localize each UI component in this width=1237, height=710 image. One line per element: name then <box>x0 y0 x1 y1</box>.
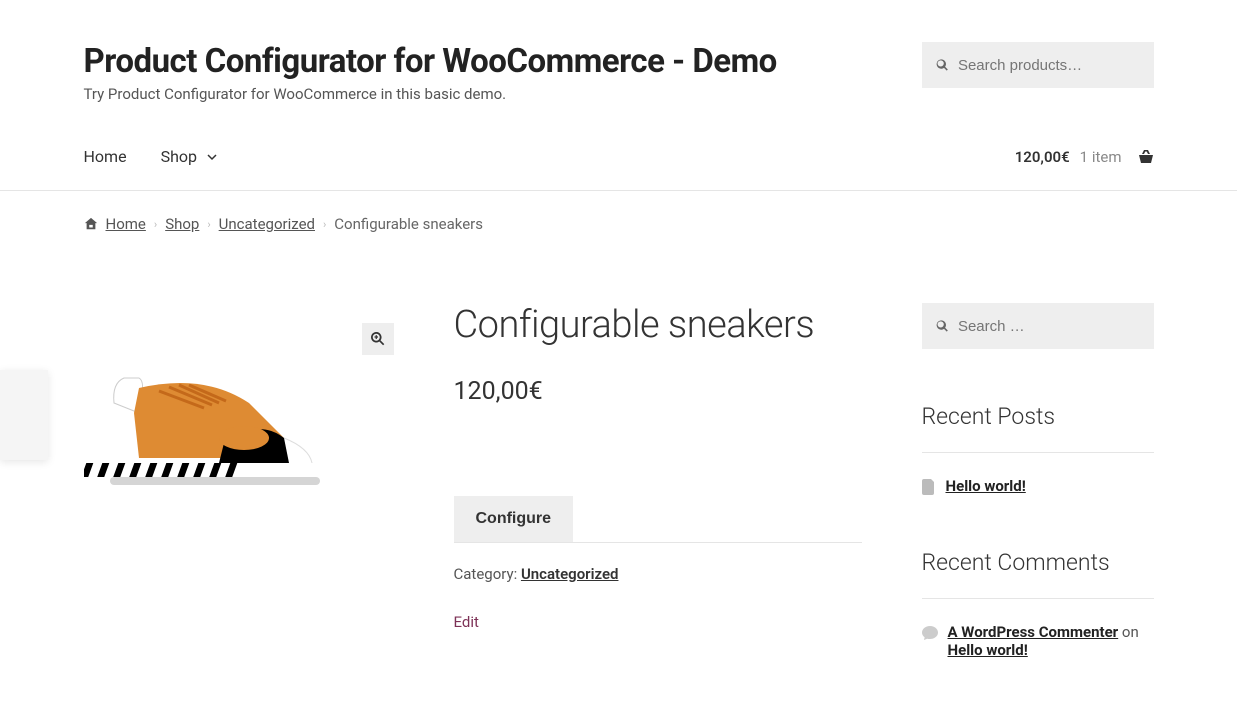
product-image[interactable] <box>84 343 344 523</box>
product-meta: Category: Uncategorized <box>454 565 862 583</box>
category-link[interactable]: Uncategorized <box>521 565 619 583</box>
category-label: Category: <box>454 565 521 583</box>
nav-home[interactable]: Home <box>84 147 127 166</box>
widget-divider <box>922 598 1154 599</box>
commenter-link[interactable]: A WordPress Commenter <box>948 623 1119 641</box>
breadcrumb-sep: › <box>323 218 326 231</box>
home-icon <box>84 217 98 231</box>
breadcrumb-category[interactable]: Uncategorized <box>219 215 315 233</box>
breadcrumb-home[interactable]: Home <box>106 215 146 233</box>
product-price: 120,00€ <box>454 377 862 406</box>
product-title: Configurable sneakers <box>454 303 862 347</box>
sidebar: Recent Posts Hello world! Recent Comment… <box>922 303 1154 659</box>
summary-divider <box>454 542 862 543</box>
breadcrumb-sep: › <box>154 218 157 231</box>
on-text: on <box>1118 623 1139 641</box>
configure-button[interactable]: Configure <box>454 496 574 542</box>
cart-item-count: 1 item <box>1080 148 1122 166</box>
basket-icon <box>1138 149 1154 165</box>
recent-posts-title: Recent Posts <box>922 403 1154 430</box>
site-title[interactable]: Product Configurator for WooCommerce - D… <box>84 42 777 81</box>
product-image-area <box>84 303 394 659</box>
breadcrumb-shop[interactable]: Shop <box>165 215 199 233</box>
left-floating-tab[interactable] <box>0 370 48 460</box>
cart-total: 120,00€ <box>1015 148 1070 166</box>
zoom-in-icon <box>371 332 385 346</box>
sidebar-search-input[interactable] <box>958 318 1140 335</box>
comment-icon <box>922 625 938 641</box>
zoom-button[interactable] <box>362 323 394 355</box>
sidebar-search-box[interactable] <box>922 303 1154 349</box>
comment-post-link[interactable]: Hello world! <box>948 641 1028 659</box>
document-icon <box>922 479 936 495</box>
nav-shop[interactable]: Shop <box>161 147 217 166</box>
breadcrumb-sep: › <box>207 218 210 231</box>
cart-summary[interactable]: 120,00€ 1 item <box>1015 148 1154 166</box>
chevron-down-icon <box>207 152 217 162</box>
nav-shop-label: Shop <box>161 147 197 166</box>
search-input[interactable] <box>958 57 1140 74</box>
search-icon <box>936 319 948 333</box>
breadcrumb-current: Configurable sneakers <box>334 215 483 233</box>
edit-link[interactable]: Edit <box>454 613 479 631</box>
header-search-box[interactable] <box>922 42 1154 88</box>
site-tagline: Try Product Configurator for WooCommerce… <box>84 85 777 103</box>
primary-nav: Home Shop <box>84 147 217 166</box>
widget-divider <box>922 452 1154 453</box>
recent-comments-title: Recent Comments <box>922 549 1154 576</box>
recent-post-item: Hello world! <box>922 477 1154 495</box>
site-branding: Product Configurator for WooCommerce - D… <box>84 42 777 103</box>
product-summary: Configurable sneakers 120,00€ Configure … <box>454 303 862 659</box>
breadcrumb: Home › Shop › Uncategorized › Configurab… <box>84 191 1154 253</box>
comment-text: A WordPress Commenter on Hello world! <box>948 623 1154 659</box>
recent-comment-item: A WordPress Commenter on Hello world! <box>922 623 1154 659</box>
recent-post-link[interactable]: Hello world! <box>946 477 1026 495</box>
search-icon <box>936 58 948 72</box>
